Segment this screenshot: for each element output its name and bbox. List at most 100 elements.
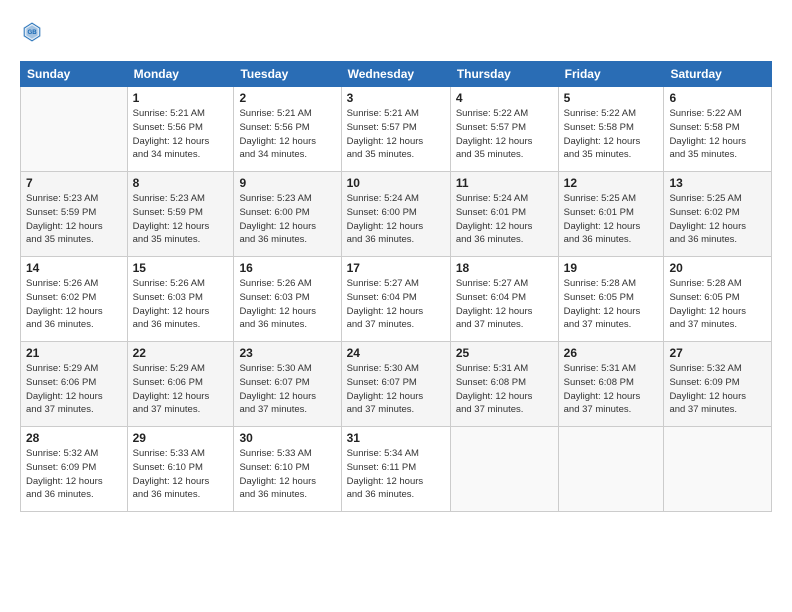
- calendar-week-5: 28 Sunrise: 5:32 AM Sunset: 6:09 PM Dayli…: [21, 427, 772, 512]
- day-number: 1: [133, 91, 229, 105]
- day-number: 20: [669, 261, 766, 275]
- day-info: Sunrise: 5:23 AM Sunset: 5:59 PM Dayligh…: [26, 192, 122, 247]
- calendar-cell: 11 Sunrise: 5:24 AM Sunset: 6:01 PM Dayli…: [450, 172, 558, 257]
- day-info: Sunrise: 5:32 AM Sunset: 6:09 PM Dayligh…: [669, 362, 766, 417]
- day-number: 7: [26, 176, 122, 190]
- day-info: Sunrise: 5:24 AM Sunset: 6:01 PM Dayligh…: [456, 192, 553, 247]
- calendar-week-1: 1 Sunrise: 5:21 AM Sunset: 5:56 PM Daylig…: [21, 87, 772, 172]
- header-day-thursday: Thursday: [450, 62, 558, 87]
- calendar-cell: 20 Sunrise: 5:28 AM Sunset: 6:05 PM Dayli…: [664, 257, 772, 342]
- day-info: Sunrise: 5:27 AM Sunset: 6:04 PM Dayligh…: [347, 277, 445, 332]
- calendar-cell: [450, 427, 558, 512]
- logo-icon: GB: [22, 20, 42, 44]
- day-number: 10: [347, 176, 445, 190]
- day-info: Sunrise: 5:33 AM Sunset: 6:10 PM Dayligh…: [239, 447, 335, 502]
- calendar-cell: 30 Sunrise: 5:33 AM Sunset: 6:10 PM Dayli…: [234, 427, 341, 512]
- calendar-cell: 7 Sunrise: 5:23 AM Sunset: 5:59 PM Daylig…: [21, 172, 128, 257]
- calendar-cell: 3Sunrise: 5:21 AM Sunset: 5:57 PM Daylig…: [341, 87, 450, 172]
- day-info: Sunrise: 5:29 AM Sunset: 6:06 PM Dayligh…: [26, 362, 122, 417]
- day-info: Sunrise: 5:28 AM Sunset: 6:05 PM Dayligh…: [669, 277, 766, 332]
- day-info: Sunrise: 5:21 AM Sunset: 5:56 PM Dayligh…: [239, 107, 335, 162]
- calendar-cell: 19Sunrise: 5:28 AM Sunset: 6:05 PM Dayli…: [558, 257, 664, 342]
- day-number: 25: [456, 346, 553, 360]
- calendar-header-row: SundayMondayTuesdayWednesdayThursdayFrid…: [21, 62, 772, 87]
- day-number: 16: [239, 261, 335, 275]
- calendar-cell: [21, 87, 128, 172]
- logo: GB: [20, 20, 42, 49]
- day-number: 14: [26, 261, 122, 275]
- day-info: Sunrise: 5:33 AM Sunset: 6:10 PM Dayligh…: [133, 447, 229, 502]
- day-number: 6: [669, 91, 766, 105]
- calendar-cell: 16 Sunrise: 5:26 AM Sunset: 6:03 PM Dayli…: [234, 257, 341, 342]
- day-info: Sunrise: 5:23 AM Sunset: 6:00 PM Dayligh…: [239, 192, 335, 247]
- day-info: Sunrise: 5:22 AM Sunset: 5:58 PM Dayligh…: [669, 107, 766, 162]
- header-day-tuesday: Tuesday: [234, 62, 341, 87]
- day-number: 15: [133, 261, 229, 275]
- calendar-cell: 31Sunrise: 5:34 AM Sunset: 6:11 PM Dayli…: [341, 427, 450, 512]
- day-number: 17: [347, 261, 445, 275]
- day-info: Sunrise: 5:27 AM Sunset: 6:04 PM Dayligh…: [456, 277, 553, 332]
- calendar-cell: 2Sunrise: 5:21 AM Sunset: 5:56 PM Daylig…: [234, 87, 341, 172]
- day-info: Sunrise: 5:25 AM Sunset: 6:02 PM Dayligh…: [669, 192, 766, 247]
- day-number: 11: [456, 176, 553, 190]
- day-info: Sunrise: 5:28 AM Sunset: 6:05 PM Dayligh…: [564, 277, 659, 332]
- day-info: Sunrise: 5:29 AM Sunset: 6:06 PM Dayligh…: [133, 362, 229, 417]
- day-number: 22: [133, 346, 229, 360]
- header-day-monday: Monday: [127, 62, 234, 87]
- day-info: Sunrise: 5:26 AM Sunset: 6:03 PM Dayligh…: [133, 277, 229, 332]
- day-number: 28: [26, 431, 122, 445]
- calendar-cell: 15 Sunrise: 5:26 AM Sunset: 6:03 PM Dayli…: [127, 257, 234, 342]
- day-number: 4: [456, 91, 553, 105]
- day-info: Sunrise: 5:26 AM Sunset: 6:03 PM Dayligh…: [239, 277, 335, 332]
- calendar-cell: 18 Sunrise: 5:27 AM Sunset: 6:04 PM Dayli…: [450, 257, 558, 342]
- day-info: Sunrise: 5:32 AM Sunset: 6:09 PM Dayligh…: [26, 447, 122, 502]
- calendar-cell: [664, 427, 772, 512]
- calendar-cell: 1 Sunrise: 5:21 AM Sunset: 5:56 PM Daylig…: [127, 87, 234, 172]
- day-number: 12: [564, 176, 659, 190]
- calendar-cell: 10 Sunrise: 5:24 AM Sunset: 6:00 PM Dayli…: [341, 172, 450, 257]
- calendar-cell: 23 Sunrise: 5:30 AM Sunset: 6:07 PM Dayli…: [234, 342, 341, 427]
- calendar-cell: 21 Sunrise: 5:29 AM Sunset: 6:06 PM Dayli…: [21, 342, 128, 427]
- day-number: 8: [133, 176, 229, 190]
- calendar-week-3: 14 Sunrise: 5:26 AM Sunset: 6:02 PM Dayli…: [21, 257, 772, 342]
- calendar-cell: [558, 427, 664, 512]
- header-day-wednesday: Wednesday: [341, 62, 450, 87]
- day-info: Sunrise: 5:24 AM Sunset: 6:00 PM Dayligh…: [347, 192, 445, 247]
- day-info: Sunrise: 5:31 AM Sunset: 6:08 PM Dayligh…: [456, 362, 553, 417]
- day-info: Sunrise: 5:26 AM Sunset: 6:02 PM Dayligh…: [26, 277, 122, 332]
- day-number: 27: [669, 346, 766, 360]
- calendar-cell: 5Sunrise: 5:22 AM Sunset: 5:58 PM Daylig…: [558, 87, 664, 172]
- day-number: 29: [133, 431, 229, 445]
- header-day-sunday: Sunday: [21, 62, 128, 87]
- calendar-week-4: 21 Sunrise: 5:29 AM Sunset: 6:06 PM Dayli…: [21, 342, 772, 427]
- day-number: 23: [239, 346, 335, 360]
- calendar-cell: 22 Sunrise: 5:29 AM Sunset: 6:06 PM Dayli…: [127, 342, 234, 427]
- day-info: Sunrise: 5:21 AM Sunset: 5:56 PM Dayligh…: [133, 107, 229, 162]
- calendar-cell: 13 Sunrise: 5:25 AM Sunset: 6:02 PM Dayli…: [664, 172, 772, 257]
- day-info: Sunrise: 5:30 AM Sunset: 6:07 PM Dayligh…: [347, 362, 445, 417]
- day-number: 18: [456, 261, 553, 275]
- calendar-cell: 6 Sunrise: 5:22 AM Sunset: 5:58 PM Daylig…: [664, 87, 772, 172]
- header-day-saturday: Saturday: [664, 62, 772, 87]
- day-info: Sunrise: 5:31 AM Sunset: 6:08 PM Dayligh…: [564, 362, 659, 417]
- day-number: 21: [26, 346, 122, 360]
- page-header: GB: [20, 20, 772, 49]
- day-number: 13: [669, 176, 766, 190]
- calendar-week-2: 7 Sunrise: 5:23 AM Sunset: 5:59 PM Daylig…: [21, 172, 772, 257]
- calendar-cell: 25 Sunrise: 5:31 AM Sunset: 6:08 PM Dayli…: [450, 342, 558, 427]
- day-number: 31: [347, 431, 445, 445]
- day-info: Sunrise: 5:25 AM Sunset: 6:01 PM Dayligh…: [564, 192, 659, 247]
- day-number: 26: [564, 346, 659, 360]
- calendar-cell: 9 Sunrise: 5:23 AM Sunset: 6:00 PM Daylig…: [234, 172, 341, 257]
- calendar-cell: 8 Sunrise: 5:23 AM Sunset: 5:59 PM Daylig…: [127, 172, 234, 257]
- svg-text:GB: GB: [28, 29, 38, 36]
- calendar-cell: 14 Sunrise: 5:26 AM Sunset: 6:02 PM Dayli…: [21, 257, 128, 342]
- day-info: Sunrise: 5:30 AM Sunset: 6:07 PM Dayligh…: [239, 362, 335, 417]
- day-number: 30: [239, 431, 335, 445]
- day-number: 24: [347, 346, 445, 360]
- day-info: Sunrise: 5:22 AM Sunset: 5:57 PM Dayligh…: [456, 107, 553, 162]
- day-info: Sunrise: 5:23 AM Sunset: 5:59 PM Dayligh…: [133, 192, 229, 247]
- day-number: 9: [239, 176, 335, 190]
- calendar-cell: 27 Sunrise: 5:32 AM Sunset: 6:09 PM Dayli…: [664, 342, 772, 427]
- day-info: Sunrise: 5:22 AM Sunset: 5:58 PM Dayligh…: [564, 107, 659, 162]
